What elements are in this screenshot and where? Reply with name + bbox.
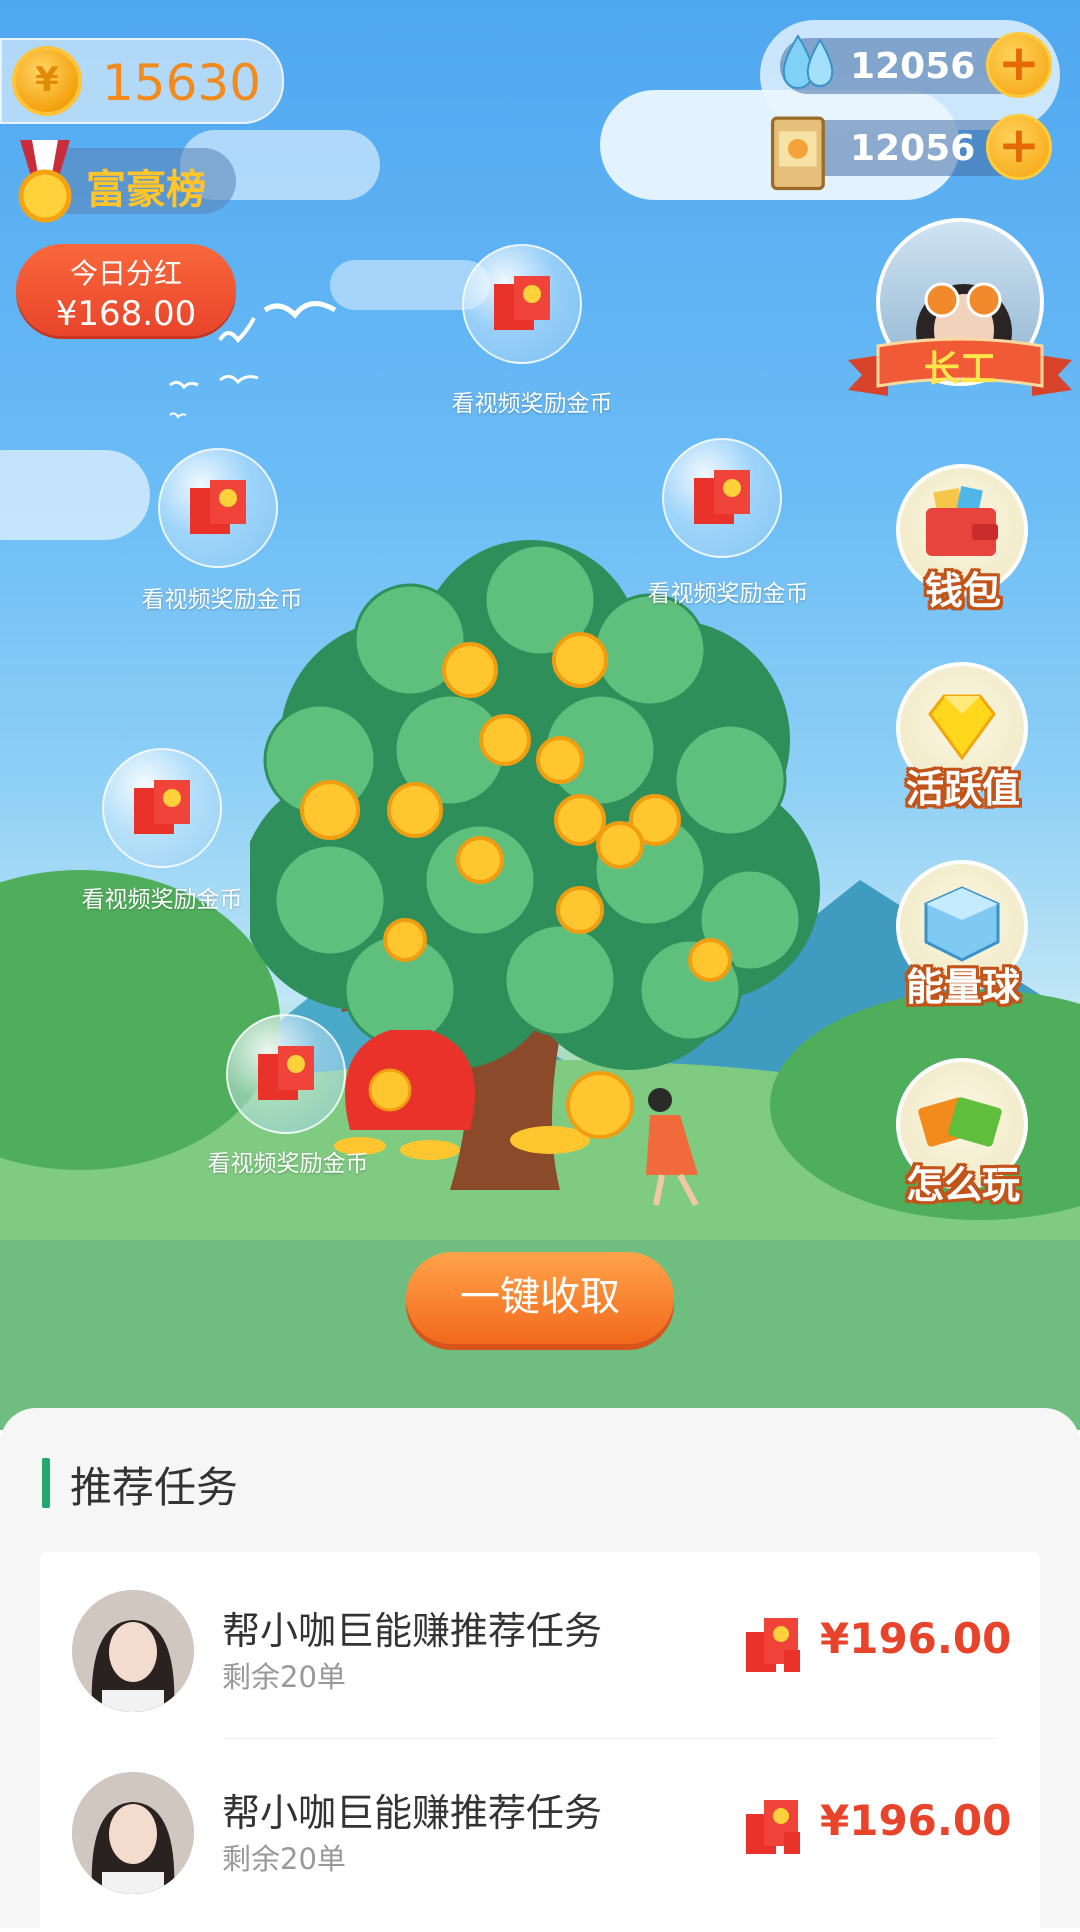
video-reward-label: 看视频奖励金币 xyxy=(451,391,613,417)
red-envelope-icon xyxy=(190,480,246,534)
task-row[interactable]: 帮小咖巨能赚推荐任务 剩余20单 ¥196.00 xyxy=(40,1734,1040,1914)
cloud xyxy=(0,450,150,540)
avatar xyxy=(72,1590,194,1712)
task-title: 帮小咖巨能赚推荐任务 xyxy=(222,1791,603,1835)
video-reward-bubble[interactable] xyxy=(226,1014,346,1134)
collect-all-button[interactable]: 一键收取 xyxy=(406,1252,674,1344)
red-envelope-icon xyxy=(258,1046,314,1100)
seed-bag-icon xyxy=(770,116,825,191)
medal-icon xyxy=(18,140,72,223)
task-reward: ¥196.00 xyxy=(820,1796,1012,1845)
coin-balance[interactable]: ¥ 15630 xyxy=(0,38,284,124)
today-dividend-amount: ¥168.00 xyxy=(55,294,197,334)
video-reward-label: 看视频奖励金币 xyxy=(647,581,809,607)
video-reward-label: 看视频奖励金币 xyxy=(81,887,243,913)
water-counter: 12056 + xyxy=(780,32,1052,98)
red-envelope-icon xyxy=(746,1800,800,1854)
wallet-label[interactable]: 钱包 xyxy=(880,560,1046,615)
rich-list-label[interactable]: 富豪榜 xyxy=(86,157,206,215)
video-reward-label: 看视频奖励金币 xyxy=(207,1151,369,1177)
add-seed-button[interactable]: + xyxy=(986,114,1052,180)
red-envelope-icon xyxy=(134,780,190,834)
section-title: 推荐任务 xyxy=(70,1463,239,1512)
seed-count: 12056 xyxy=(850,128,976,169)
task-remaining: 剩余20单 xyxy=(222,1842,346,1876)
how-to-play-label[interactable]: 怎么玩 xyxy=(880,1154,1046,1209)
seed-counter: 12056 + xyxy=(770,114,1052,191)
add-water-button[interactable]: + xyxy=(986,32,1052,98)
video-reward-bubble[interactable] xyxy=(158,448,278,568)
video-reward-bubble[interactable] xyxy=(102,748,222,868)
red-envelope-icon xyxy=(746,1618,800,1672)
red-envelope-icon xyxy=(694,470,750,524)
worker-label: 长工 xyxy=(923,349,996,390)
task-row[interactable]: 帮小咖巨能赚推荐任务 剩余20单 ¥196.00 xyxy=(40,1552,1040,1732)
video-reward-bubble[interactable] xyxy=(462,244,582,364)
video-reward-label: 看视频奖励金币 xyxy=(141,587,303,613)
task-reward: ¥196.00 xyxy=(820,1614,1012,1663)
section-title-marker xyxy=(42,1458,50,1508)
activity-label[interactable]: 活跃值 xyxy=(880,758,1046,813)
today-dividend-label: 今日分红 xyxy=(69,257,182,290)
red-envelope-icon xyxy=(494,276,550,330)
today-dividend-badge[interactable]: 今日分红 ¥168.00 xyxy=(16,244,236,336)
task-remaining: 剩余20单 xyxy=(222,1660,346,1694)
avatar xyxy=(72,1772,194,1894)
video-reward-bubble[interactable] xyxy=(662,438,782,558)
water-drop-icon xyxy=(782,34,834,89)
energy-ball-label[interactable]: 能量球 xyxy=(880,956,1046,1011)
water-count: 12056 xyxy=(850,46,976,87)
task-title: 帮小咖巨能赚推荐任务 xyxy=(222,1609,603,1653)
coin-icon: ¥ xyxy=(12,46,82,116)
coin-balance-value: 15630 xyxy=(102,54,262,112)
